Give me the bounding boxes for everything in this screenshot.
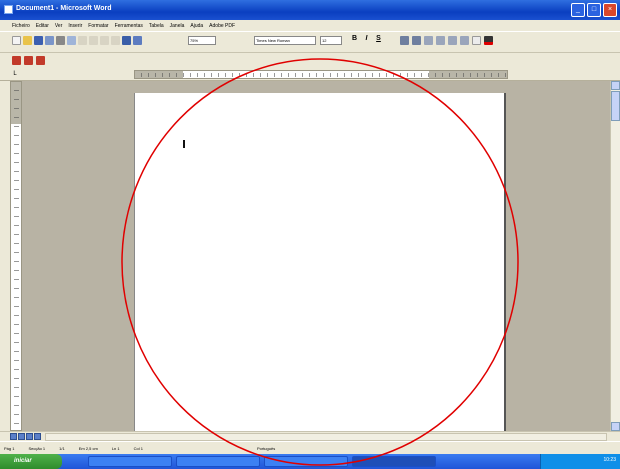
document-area: [22, 81, 610, 431]
copy-icon[interactable]: [100, 36, 109, 45]
taskbar-item[interactable]: [88, 456, 172, 467]
horizontal-scroll-row: [0, 431, 620, 441]
scroll-down-button[interactable]: [611, 422, 620, 431]
status-line: Ln 1: [111, 445, 120, 451]
text-cursor: [183, 140, 185, 148]
new-document-icon[interactable]: [12, 36, 21, 45]
open-folder-icon[interactable]: [23, 36, 32, 45]
formatting-buttons: B I S: [350, 35, 383, 42]
borders-icon[interactable]: [472, 36, 481, 45]
start-button[interactable]: iniciar: [0, 454, 62, 469]
web-layout-button[interactable]: [18, 433, 25, 440]
close-button[interactable]: ×: [603, 3, 617, 17]
minimize-button[interactable]: _: [571, 3, 585, 17]
paragraph-toolbar-icons: [400, 36, 493, 45]
tab-selector-icon[interactable]: L: [10, 69, 20, 79]
menu-tools[interactable]: Ferramentas: [115, 23, 143, 29]
decrease-indent-icon[interactable]: [448, 36, 457, 45]
tray-clock: 10:23: [603, 457, 616, 463]
print-icon[interactable]: [56, 36, 65, 45]
bullets-icon[interactable]: [436, 36, 445, 45]
print-layout-button[interactable]: [26, 433, 33, 440]
convert-to-pdf-icon[interactable]: [12, 56, 21, 65]
numbering-icon[interactable]: [424, 36, 433, 45]
font-size-select[interactable]: 12: [320, 36, 342, 45]
status-bar: Pág 1 Secção 1 1/1 Em 2,5 cm Ln 1 Col 1 …: [0, 441, 620, 454]
system-tray: 10:23: [540, 454, 620, 469]
pdf-toolbar-icons: [12, 56, 45, 65]
maximize-button[interactable]: □: [587, 3, 601, 17]
status-section: Secção 1: [28, 445, 46, 451]
menu-adobe-pdf[interactable]: Adobe PDF: [209, 23, 235, 29]
status-page: Pág 1: [4, 445, 15, 451]
pdf-review-icon[interactable]: [36, 56, 45, 65]
undo-icon[interactable]: [111, 36, 120, 45]
taskbar-items: [88, 456, 436, 467]
bold-button[interactable]: B: [350, 35, 359, 42]
pdf-toolbar: [0, 53, 620, 67]
align-center-icon[interactable]: [412, 36, 421, 45]
menu-bar: Ficheiro Editar Ver Inserir Formatar Fer…: [0, 20, 620, 31]
title-bar: Document1 - Microsoft Word _ □ ×: [0, 0, 620, 20]
font-color-icon[interactable]: [484, 36, 493, 45]
italic-button[interactable]: I: [362, 35, 371, 42]
menu-window[interactable]: Janela: [170, 23, 185, 29]
vertical-ruler[interactable]: [10, 81, 22, 431]
standard-toolbar: 75% Times New Roman 12 B I S: [0, 31, 620, 53]
standard-toolbar-icons: [12, 36, 142, 45]
view-buttons: [10, 433, 41, 440]
window-title: Document1 - Microsoft Word: [16, 5, 112, 12]
print-preview-icon[interactable]: [67, 36, 76, 45]
insert-table-icon[interactable]: [122, 36, 131, 45]
spelling-icon[interactable]: [78, 36, 87, 45]
pdf-email-icon[interactable]: [24, 56, 33, 65]
menu-file[interactable]: Ficheiro: [12, 23, 30, 29]
save-icon[interactable]: [34, 36, 43, 45]
menu-help[interactable]: Ajuda: [190, 23, 203, 29]
align-left-icon[interactable]: [400, 36, 409, 45]
vertical-scrollbar[interactable]: [610, 81, 620, 431]
underline-button[interactable]: S: [374, 35, 383, 42]
document-page[interactable]: [134, 93, 506, 431]
font-select[interactable]: Times New Roman: [254, 36, 316, 45]
horizontal-ruler[interactable]: [134, 70, 508, 79]
increase-indent-icon[interactable]: [460, 36, 469, 45]
columns-icon[interactable]: [133, 36, 142, 45]
taskbar-item[interactable]: [176, 456, 260, 467]
menu-format[interactable]: Formatar: [88, 23, 108, 29]
horizontal-ruler-row: L: [0, 67, 620, 81]
scroll-up-button[interactable]: [611, 81, 620, 90]
permission-icon[interactable]: [45, 36, 54, 45]
status-position: Em 2,5 cm: [78, 445, 98, 451]
taskbar-item[interactable]: [264, 456, 348, 467]
normal-view-button[interactable]: [10, 433, 17, 440]
menu-view[interactable]: Ver: [55, 23, 63, 29]
taskbar-item-word[interactable]: [352, 456, 436, 467]
cut-icon[interactable]: [89, 36, 98, 45]
vertical-ruler-ticks: [14, 82, 19, 430]
ruler-ticks: [135, 73, 507, 77]
menu-insert[interactable]: Inserir: [68, 23, 82, 29]
window-controls: _ □ ×: [571, 3, 617, 17]
taskbar: iniciar 10:23: [0, 454, 620, 469]
horizontal-scrollbar[interactable]: [45, 433, 607, 441]
menu-edit[interactable]: Editar: [36, 23, 49, 29]
status-language: Português: [256, 445, 276, 451]
scroll-thumb[interactable]: [611, 91, 620, 121]
word-app-icon: [4, 5, 13, 14]
menu-table[interactable]: Tabela: [149, 23, 164, 29]
outline-view-button[interactable]: [34, 433, 41, 440]
status-column: Col 1: [133, 445, 143, 451]
status-pages: 1/1: [59, 445, 65, 451]
zoom-select[interactable]: 75%: [188, 36, 216, 45]
